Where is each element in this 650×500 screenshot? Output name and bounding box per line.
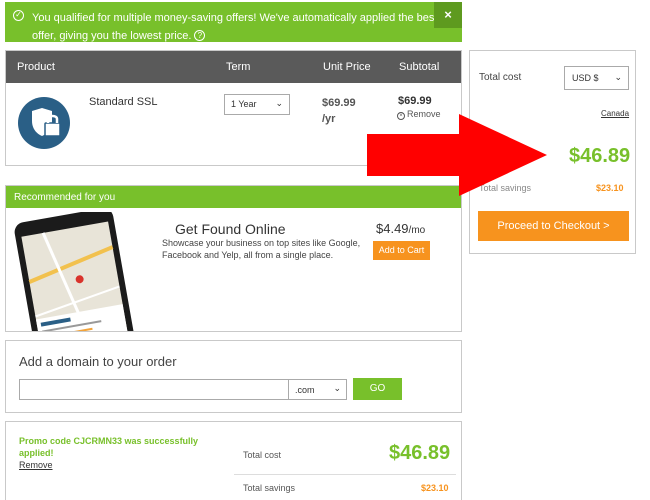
promo-total-savings-label: Total savings <box>243 483 296 493</box>
term-select[interactable]: 1 Year ⌄ <box>224 94 290 115</box>
domain-panel: Add a domain to your order .com ⌄ GO <box>5 340 462 413</box>
phone-image <box>14 208 162 331</box>
header-subtotal: Subtotal <box>399 61 440 73</box>
summary-total-savings: $23.10 <box>596 183 624 193</box>
go-button[interactable]: GO <box>353 378 402 400</box>
offer-banner: ✓ You qualified for multiple money-savin… <box>5 2 462 42</box>
unit-price: $69.99 /yr <box>322 95 356 127</box>
check-circle-icon: ✓ <box>13 10 24 21</box>
unit-price-value: $69.99 <box>322 97 356 109</box>
unit-price-suffix: /yr <box>322 113 336 125</box>
promo-total-savings: $23.10 <box>421 483 449 493</box>
tld-value: .com <box>295 385 315 395</box>
add-to-cart-button[interactable]: Add to Cart <box>373 241 430 260</box>
recommended-price-suffix: /mo <box>408 225 426 236</box>
promo-message: Promo code CJCRMN33 was successfully app… <box>19 436 199 458</box>
chevron-down-icon: ⌄ <box>614 72 622 82</box>
ssl-shield-lock-icon <box>18 97 70 149</box>
close-banner-button[interactable]: × <box>434 2 462 28</box>
summary-total-cost-label: Total cost <box>479 72 522 83</box>
chevron-down-icon: ⌄ <box>333 383 341 393</box>
country-link[interactable]: Canada <box>601 109 629 118</box>
divider <box>234 474 456 475</box>
product-name: Standard SSL <box>89 96 158 108</box>
offer-message-text: You qualified for multiple money-saving … <box>32 12 438 42</box>
product-description: Showcase your business on top sites like… <box>162 238 361 260</box>
product-title: Get Found Online <box>175 221 286 237</box>
promo-total-cost-label: Total cost <box>243 450 282 460</box>
currency-select[interactable]: USD $ ⌄ <box>564 66 629 90</box>
offer-message: You qualified for multiple money-saving … <box>32 9 442 45</box>
chevron-down-icon: ⌄ <box>275 98 283 108</box>
proceed-to-checkout-button[interactable]: Proceed to Checkout > <box>478 211 629 241</box>
currency-value: USD $ <box>572 73 599 83</box>
promo-panel: Promo code CJCRMN33 was successfully app… <box>5 421 462 500</box>
cart-header-row: Product Term Unit Price Subtotal <box>6 51 461 83</box>
promo-remove-link[interactable]: Remove <box>19 460 53 470</box>
recommended-price-value: $4.49 <box>376 221 409 236</box>
domain-input[interactable] <box>19 379 289 400</box>
header-product: Product <box>17 61 55 73</box>
red-arrow-icon <box>367 114 547 196</box>
summary-total: $46.89 <box>569 145 631 167</box>
header-term: Term <box>226 61 251 73</box>
header-unit-price: Unit Price <box>323 61 371 73</box>
help-icon[interactable]: ? <box>194 30 206 41</box>
term-value: 1 Year <box>231 99 257 109</box>
domain-title: Add a domain to your order <box>19 354 177 369</box>
promo-total-cost: $46.89 <box>389 442 451 464</box>
recommended-price: $4.49/mo <box>376 221 425 236</box>
subtotal-value: $69.99 <box>398 95 432 107</box>
tld-select[interactable]: .com ⌄ <box>288 379 347 400</box>
